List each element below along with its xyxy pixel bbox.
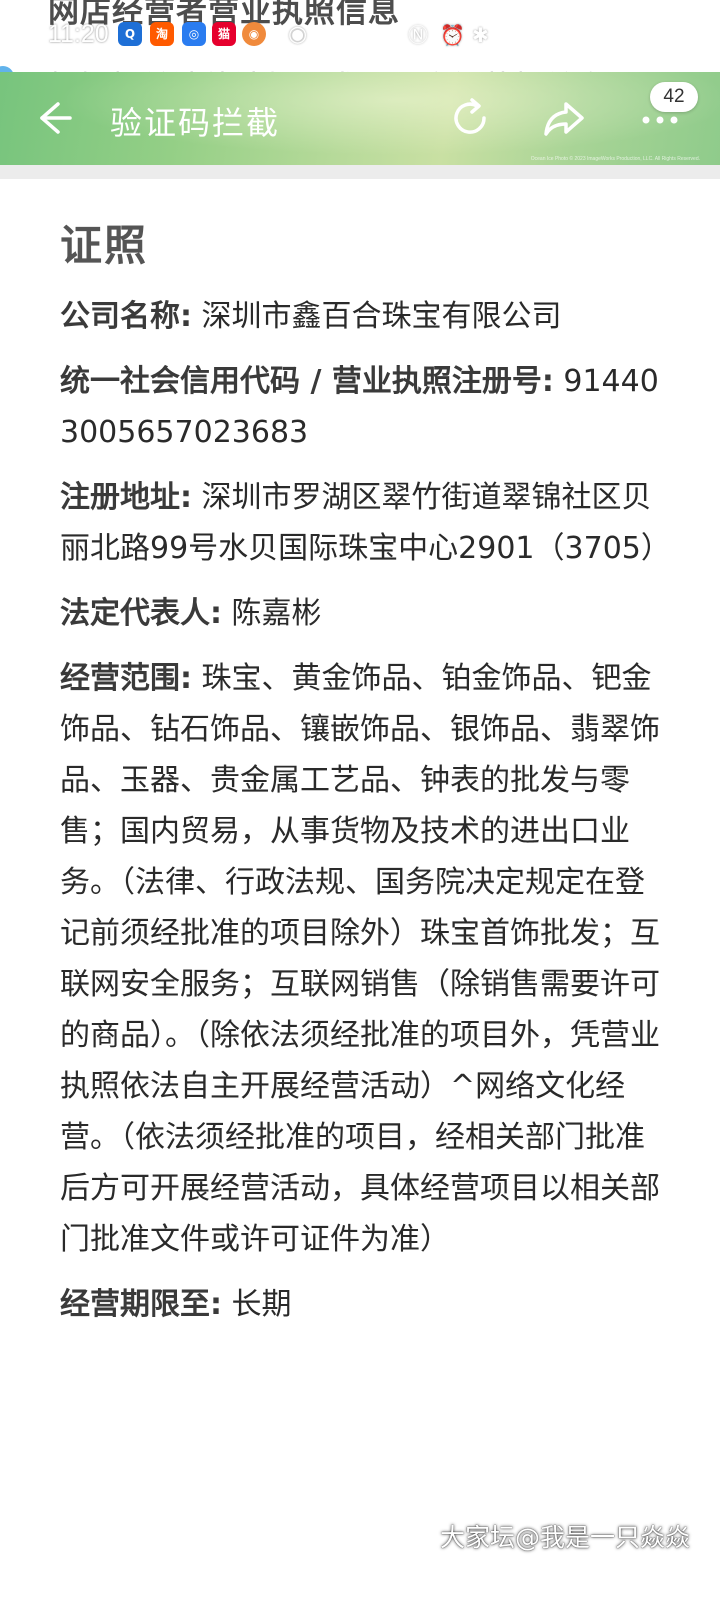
field-registered-address: 注册地址: 深圳市罗湖区翠竹街道翠锦社区贝丽北路99号水贝国际珠宝中心2901（… xyxy=(60,472,671,574)
qq-icon: Q xyxy=(118,22,142,46)
field-label: 注册地址: xyxy=(60,480,192,515)
tmall-icon: 猫 xyxy=(212,22,236,46)
signal-icon xyxy=(533,22,557,45)
bluetooth-icon: ✱ xyxy=(472,23,489,47)
field-value: 珠宝、黄金饰品、铂金饰品、钯金饰品、钻石饰品、镶嵌饰品、银饰品、翡翠饰品、玉器、… xyxy=(60,661,660,1257)
battery-icon xyxy=(612,26,652,46)
watermark: 大家坛@我是一只焱焱 xyxy=(440,1523,691,1552)
taobao-icon: 淘 xyxy=(150,22,174,46)
section-title: 证照 xyxy=(60,221,149,270)
field-company-name: 公司名称: 深圳市鑫百合珠宝有限公司 xyxy=(60,291,660,342)
field-label: 经营期限至: xyxy=(60,1287,222,1322)
refresh-icon[interactable] xyxy=(446,94,494,142)
field-business-scope: 经营范围: 珠宝、黄金饰品、铂金饰品、钯金饰品、钻石饰品、镶嵌饰品、银饰品、翡翠… xyxy=(60,653,660,1265)
field-credit-code: 统一社会信用代码 / 营业执照注册号: 914403005657023683 xyxy=(60,356,660,458)
field-value: 陈嘉彬 xyxy=(222,596,322,631)
license-content: 证照 公司名称: 深圳市鑫百合珠宝有限公司 统一社会信用代码 / 营业执照注册号… xyxy=(60,212,671,1344)
field-business-term: 经营期限至: 长期 xyxy=(60,1279,660,1330)
page-title: 验证码拦截 xyxy=(110,104,281,142)
field-label: 统一社会信用代码 / 营业执照注册号: xyxy=(60,364,554,399)
battery-level xyxy=(617,31,625,41)
eye-icon: ◉ xyxy=(288,22,308,47)
location-icon: ◉ xyxy=(242,22,266,46)
alarm-icon: ⏰ xyxy=(440,23,465,47)
back-arrow-icon[interactable] xyxy=(30,96,74,140)
divider xyxy=(0,165,720,179)
field-legal-representative: 法定代表人: 陈嘉彬 xyxy=(60,588,660,639)
status-time: 11:20 xyxy=(48,20,109,48)
wallet-icon: ◎ xyxy=(182,22,206,46)
field-value: 长期 xyxy=(222,1287,292,1322)
app-header: 验证码拦截 Ocean Ice Photo © 2023 ImageWorks … xyxy=(0,72,720,165)
share-icon[interactable] xyxy=(540,94,588,142)
wifi-icon xyxy=(494,22,524,45)
field-value: 深圳市鑫百合珠宝有限公司 xyxy=(192,299,562,334)
field-label: 公司名称: xyxy=(60,299,192,334)
status-bar: 11:20 Q 淘 ◎ 猫 ◉ ◉ Ⓝ ⏰ ✱ xyxy=(0,20,720,56)
nfc-icon: Ⓝ xyxy=(408,23,428,47)
field-label: 经营范围: xyxy=(60,661,192,696)
battery-cap xyxy=(653,32,657,40)
field-label: 法定代表人: xyxy=(60,596,222,631)
image-credit: Ocean Ice Photo © 2023 ImageWorks Produc… xyxy=(530,156,700,162)
signal-icon xyxy=(573,22,597,45)
notification-badge[interactable]: 42 xyxy=(650,82,698,112)
